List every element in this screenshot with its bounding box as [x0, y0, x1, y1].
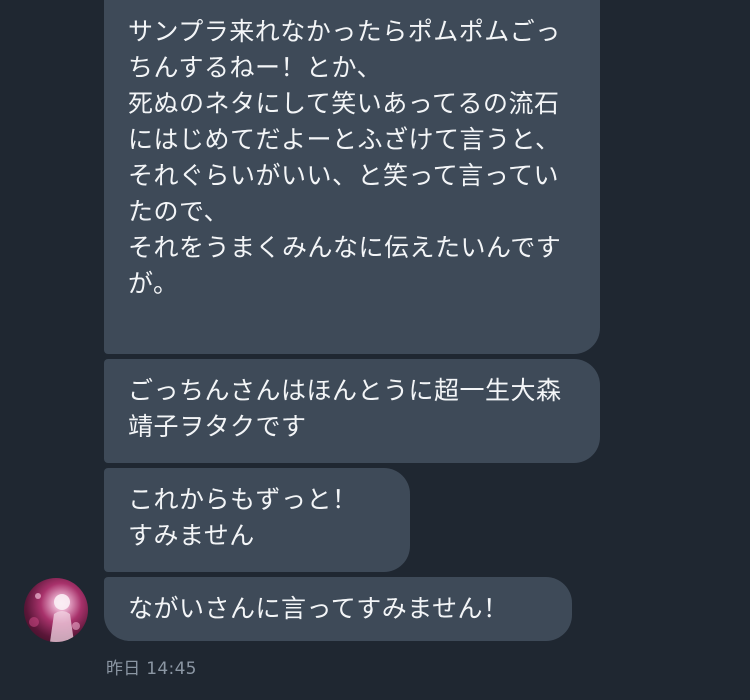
- user-avatar[interactable]: [24, 578, 88, 642]
- message-timestamp: 昨日 14:45: [106, 659, 197, 679]
- message-thread: サンプラ来れなかったらポムポムごっちんするねー！とか、 死ぬのネタにして笑いあっ…: [0, 0, 750, 700]
- message-bubble[interactable]: ごっちんさんはほんとうに超一生大森靖子ヲタクです: [104, 359, 600, 463]
- message-bubble[interactable]: これからもずっと！ すみません: [104, 468, 410, 572]
- message-bubble[interactable]: ながいさんに言ってすみません！: [104, 577, 572, 641]
- avatar-photo-icon: [29, 593, 80, 642]
- message-bubble[interactable]: サンプラ来れなかったらポムポムごっちんするねー！とか、 死ぬのネタにして笑いあっ…: [104, 0, 600, 354]
